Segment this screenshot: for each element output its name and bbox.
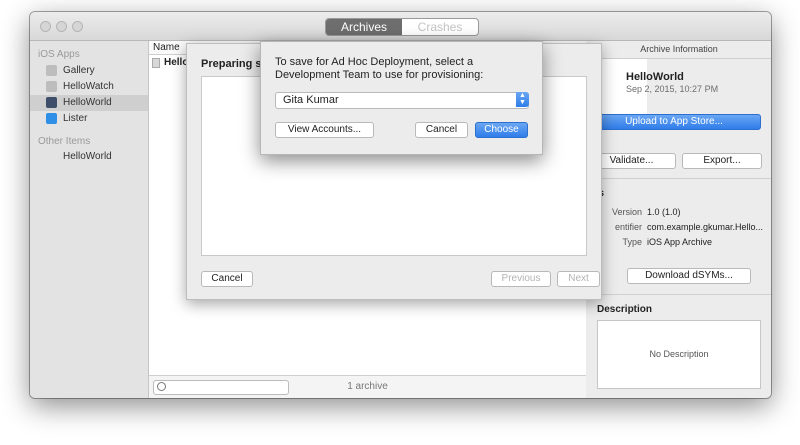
tab-crashes[interactable]: Crashes <box>402 19 478 35</box>
archive-date: Sep 2, 2015, 10:27 PM <box>626 84 719 94</box>
divider <box>587 178 771 179</box>
title-bar: Archives Crashes <box>30 12 771 41</box>
sidebar-item-other-helloworld[interactable]: HelloWorld <box>30 149 148 165</box>
export-button[interactable]: Export... <box>682 153 762 169</box>
sidebar-item-hellowatch[interactable]: HelloWatch <box>30 79 148 95</box>
alert-message: To save for Ad Hoc Deployment, select a … <box>275 56 484 81</box>
popup-arrows-icon: ▲ ▼ <box>516 92 529 107</box>
segmented-control: Archives Crashes <box>325 18 479 36</box>
sidebar-item-lister[interactable]: Lister <box>30 111 148 127</box>
team-popup-button[interactable]: Gita Kumar ▲ ▼ <box>275 92 529 109</box>
list-footer: 1 archive <box>149 375 586 398</box>
team-selected-value: Gita Kumar <box>283 94 339 106</box>
sidebar-item-label: HelloWorld <box>63 97 112 108</box>
sidebar-group-other-items: Other Items <box>38 136 91 147</box>
app-icon <box>46 65 57 76</box>
sheet-title: Preparing si <box>201 58 265 70</box>
archive-row-name: Hello <box>164 57 189 68</box>
info-panel-title: Archive Information <box>587 41 771 59</box>
identifier-value: com.example.gkumar.Hello... <box>647 222 764 232</box>
sidebar-group-ios-apps: iOS Apps <box>38 49 80 60</box>
download-dsyms-button[interactable]: Download dSYMs... <box>627 268 751 284</box>
sidebar-item-gallery[interactable]: Gallery <box>30 63 148 79</box>
next-button[interactable]: Next <box>557 271 600 287</box>
zoom-window-button[interactable] <box>72 21 83 32</box>
description-field[interactable]: No Description <box>597 320 761 389</box>
minimize-window-button[interactable] <box>56 21 67 32</box>
version-value: 1.0 (1.0) <box>647 207 681 217</box>
sidebar-item-label: HelloWatch <box>63 81 114 92</box>
sidebar-item-helloworld[interactable]: HelloWorld <box>30 95 148 111</box>
tab-archives[interactable]: Archives <box>326 19 402 35</box>
app-icon <box>46 113 57 124</box>
app-icon <box>46 97 57 108</box>
upload-to-app-store-button[interactable]: Upload to App Store... <box>587 114 761 130</box>
version-label: Version <box>611 207 642 217</box>
archive-count: 1 archive <box>347 381 388 392</box>
sidebar: iOS Apps Gallery HelloWatch HelloWorld L… <box>30 41 149 398</box>
previous-button[interactable]: Previous <box>491 271 551 287</box>
alert-cancel-button[interactable]: Cancel <box>415 122 468 138</box>
divider <box>587 294 771 295</box>
app-icon <box>46 81 57 92</box>
view-accounts-button[interactable]: View Accounts... <box>275 122 374 138</box>
type-label: Type <box>622 237 642 247</box>
archive-icon <box>152 58 160 68</box>
identifier-label: entifier <box>614 222 642 232</box>
type-value: iOS App Archive <box>647 237 713 247</box>
close-window-button[interactable] <box>40 21 51 32</box>
archive-info-panel: Archive Information HelloWorld Sep 2, 20… <box>587 41 771 398</box>
sidebar-item-label: HelloWorld <box>63 151 112 162</box>
app-name: HelloWorld <box>626 71 684 83</box>
sidebar-item-label: Lister <box>63 113 88 124</box>
team-selection-alert: To save for Ad Hoc Deployment, select a … <box>260 41 543 155</box>
sidebar-item-label: Gallery <box>63 65 95 76</box>
description-header: Description <box>597 304 653 315</box>
sheet-cancel-button[interactable]: Cancel <box>201 271 253 287</box>
choose-button[interactable]: Choose <box>475 122 528 138</box>
